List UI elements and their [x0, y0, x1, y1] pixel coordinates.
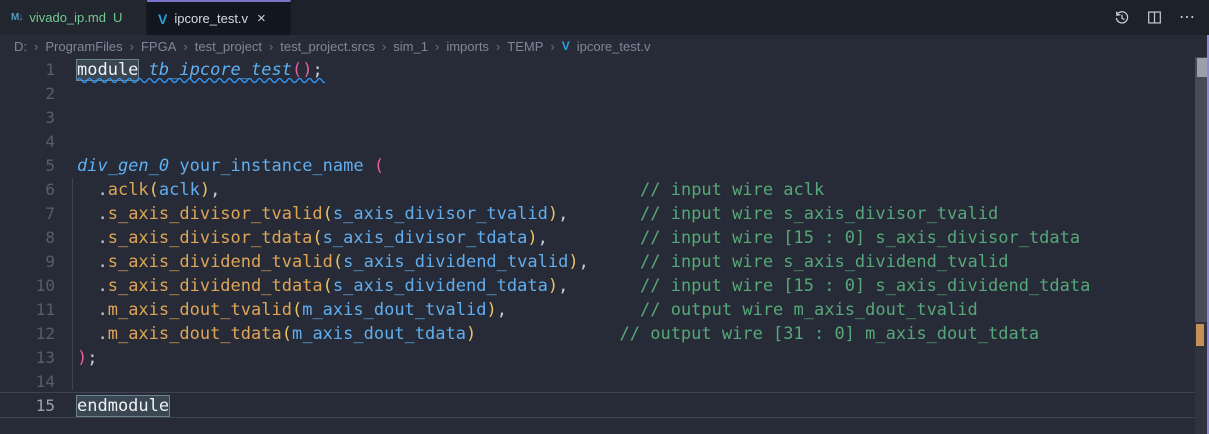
timeline-history-icon[interactable] — [1114, 10, 1130, 26]
code-line-9[interactable]: 9 .s_axis_dividend_tvalid(s_axis_dividen… — [0, 250, 1209, 274]
code-text: .s_axis_dividend_tdata(s_axis_dividend_t… — [55, 274, 1090, 298]
code-text: div_gen_0 your_instance_name ( — [55, 154, 384, 178]
tab-bar: M↓ vivado_ip.md U Vipcore_test.v × ⋯ — [0, 0, 1209, 35]
line-number[interactable]: 3 — [0, 106, 55, 130]
code-text: .s_axis_divisor_tvalid(s_axis_divisor_tv… — [55, 202, 998, 226]
code-line-11[interactable]: 11 .m_axis_dout_tvalid(m_axis_dout_tvali… — [0, 298, 1209, 322]
tab-vivado-ip-md[interactable]: M↓ vivado_ip.md U — [0, 0, 147, 35]
code-line-8[interactable]: 8 .s_axis_divisor_tdata(s_axis_divisor_t… — [0, 226, 1209, 250]
indent-guide — [72, 178, 73, 390]
split-editor-icon[interactable] — [1147, 10, 1162, 25]
line-number[interactable]: 14 — [0, 370, 55, 394]
markdown-file-icon: M↓ — [11, 12, 22, 23]
code-editor[interactable]: 1module tb_ipcore_test();2345div_gen_0 y… — [0, 57, 1209, 434]
breadcrumb-item[interactable]: test_project.srcs — [280, 39, 375, 54]
line-number[interactable]: 7 — [0, 202, 55, 226]
chevron-right-icon: › — [183, 39, 187, 54]
line-number[interactable]: 2 — [0, 82, 55, 106]
chevron-right-icon: › — [496, 39, 500, 54]
code-text: .aclk(aclk), // input wire aclk — [55, 178, 824, 202]
editor-actions: ⋯ — [1114, 0, 1209, 35]
code-text — [55, 130, 77, 154]
line-number[interactable]: 13 — [0, 346, 55, 370]
line-number[interactable]: 4 — [0, 130, 55, 154]
chevron-right-icon: › — [435, 39, 439, 54]
code-line-7[interactable]: 7 .s_axis_divisor_tvalid(s_axis_divisor_… — [0, 202, 1209, 226]
code-text: ); — [55, 346, 98, 370]
code-line-1[interactable]: 1module tb_ipcore_test(); — [0, 58, 1209, 82]
line-number[interactable]: 12 — [0, 322, 55, 346]
line-number[interactable]: 11 — [0, 298, 55, 322]
chevron-right-icon: › — [130, 39, 134, 54]
breadcrumb-item[interactable]: sim_1 — [393, 39, 428, 54]
code-text: .s_axis_dividend_tvalid(s_axis_dividend_… — [55, 250, 1008, 274]
code-text: .s_axis_divisor_tdata(s_axis_divisor_tda… — [55, 226, 1080, 250]
vivado-file-icon: V — [562, 39, 570, 53]
code-line-2[interactable]: 2 — [0, 82, 1209, 106]
code-line-14[interactable]: 14 — [0, 370, 1209, 394]
line-number[interactable]: 10 — [0, 274, 55, 298]
vscode-editor-window: M↓ vivado_ip.md U Vipcore_test.v × ⋯ D: › Prog… — [0, 0, 1209, 434]
tab-bar-tabs: M↓ vivado_ip.md U Vipcore_test.v × — [0, 0, 291, 35]
code-text — [55, 370, 77, 394]
line-number[interactable]: 6 — [0, 178, 55, 202]
vivado-file-icon: V — [158, 11, 167, 27]
line-number[interactable]: 9 — [0, 250, 55, 274]
code-text: endmodule — [55, 394, 169, 418]
code-lines: 1module tb_ipcore_test();2345div_gen_0 y… — [0, 58, 1209, 418]
line-number[interactable]: 5 — [0, 154, 55, 178]
breadcrumb-item[interactable]: test_project — [195, 39, 262, 54]
code-text: .m_axis_dout_tvalid(m_axis_dout_tvalid),… — [55, 298, 978, 322]
more-actions-icon[interactable]: ⋯ — [1179, 10, 1195, 26]
chevron-right-icon: › — [550, 39, 554, 54]
close-icon[interactable]: × — [257, 10, 266, 27]
code-text — [55, 106, 77, 130]
code-line-15[interactable]: 15endmodule — [0, 394, 1209, 418]
breadcrumb-item[interactable]: FPGA — [141, 39, 176, 54]
breadcrumb-item[interactable]: ProgramFiles — [45, 39, 122, 54]
tab-label: vivado_ip.md — [29, 10, 106, 25]
chevron-right-icon: › — [269, 39, 273, 54]
code-line-4[interactable]: 4 — [0, 130, 1209, 154]
git-modified-badge: U — [113, 10, 122, 25]
breadcrumb-item[interactable]: imports — [446, 39, 489, 54]
code-line-6[interactable]: 6 .aclk(aclk), // input wire aclk — [0, 178, 1209, 202]
chevron-right-icon: › — [34, 39, 38, 54]
code-line-10[interactable]: 10 .s_axis_dividend_tdata(s_axis_dividen… — [0, 274, 1209, 298]
code-line-12[interactable]: 12 .m_axis_dout_tdata(m_axis_dout_tdata)… — [0, 322, 1209, 346]
tab-ipcore-test-v[interactable]: Vipcore_test.v × — [147, 0, 291, 35]
code-text — [55, 82, 77, 106]
breadcrumb-file[interactable]: ipcore_test.v — [577, 39, 651, 54]
breadcrumb-item[interactable]: D: — [14, 39, 27, 54]
code-text: module tb_ipcore_test(); — [55, 58, 323, 82]
line-number[interactable]: 1 — [0, 58, 55, 82]
breadcrumb-item[interactable]: TEMP — [507, 39, 543, 54]
tab-label: ipcore_test.v — [174, 11, 248, 26]
ruler-warning-marker — [1196, 324, 1204, 346]
code-line-13[interactable]: 13); — [0, 346, 1209, 370]
code-line-3[interactable]: 3 — [0, 106, 1209, 130]
code-text: .m_axis_dout_tdata(m_axis_dout_tdata) //… — [55, 322, 1039, 346]
code-line-5[interactable]: 5div_gen_0 your_instance_name ( — [0, 154, 1209, 178]
chevron-right-icon: › — [382, 39, 386, 54]
breadcrumb: D: › ProgramFiles › FPGA › test_project › test_p… — [0, 35, 1209, 57]
line-number[interactable]: 8 — [0, 226, 55, 250]
line-number[interactable]: 15 — [0, 394, 55, 418]
